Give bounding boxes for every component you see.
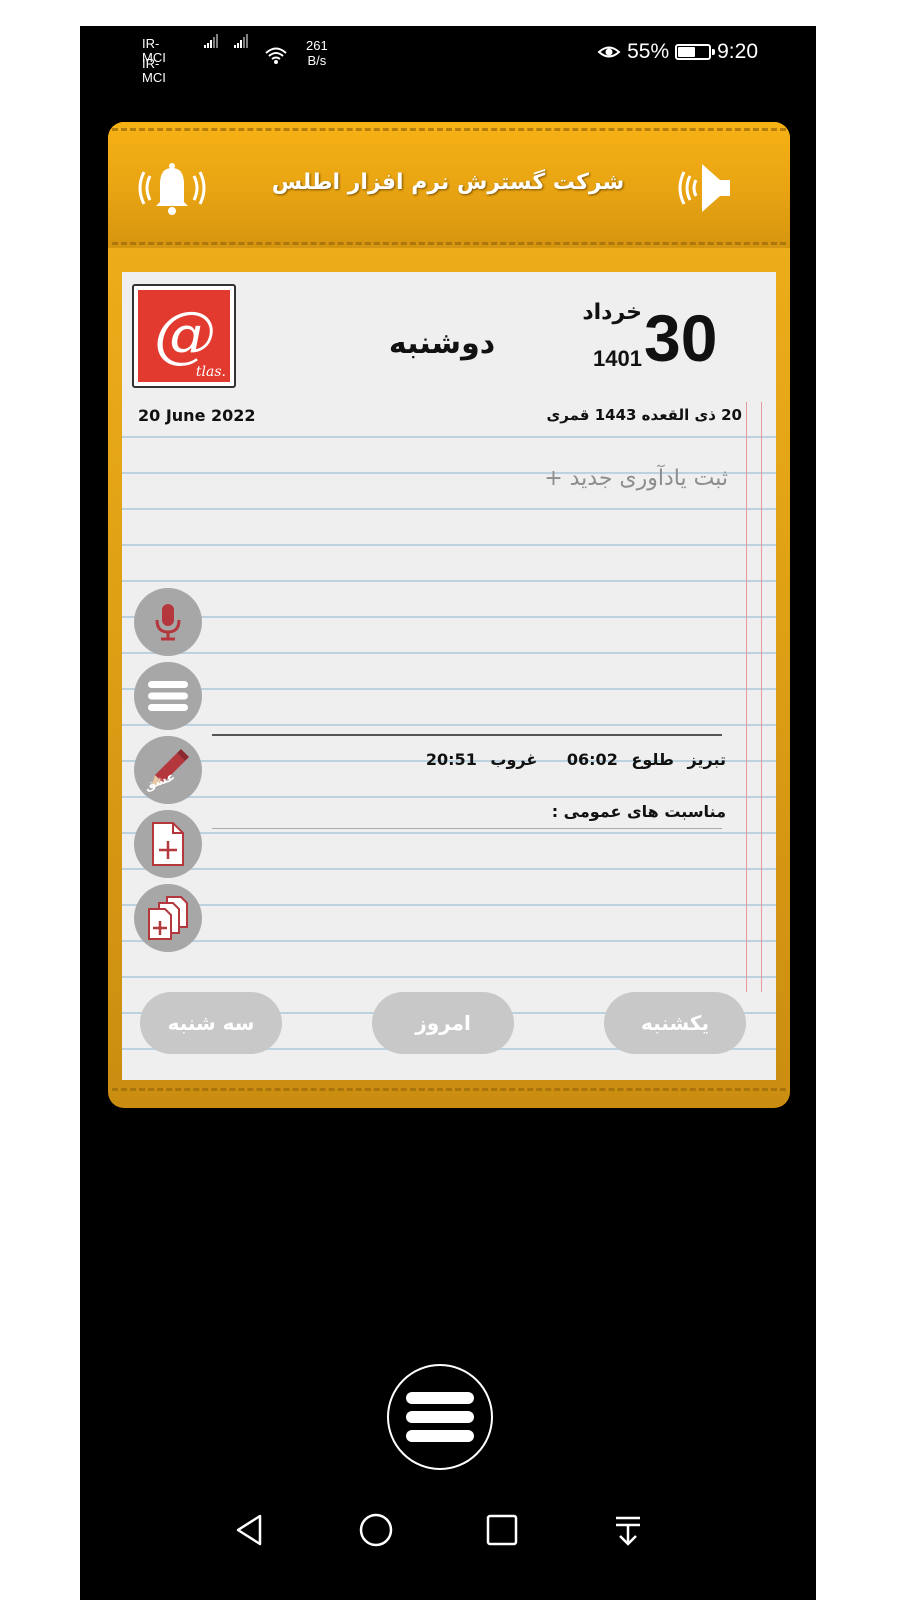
hijri-date: 20 ذی القعده 1443 قمری	[546, 406, 742, 424]
today-button[interactable]: امروز	[372, 992, 514, 1054]
events-label: مناسبت های عمومی :	[551, 802, 726, 821]
battery-icon	[675, 44, 716, 60]
eye-comfort-icon	[597, 46, 621, 58]
menu-icon	[406, 1392, 474, 1442]
microphone-icon	[155, 604, 181, 641]
status-bar-right: 55% 9:20	[597, 40, 758, 64]
events-divider	[212, 828, 722, 829]
carrier-2: IR-MCI	[142, 56, 166, 85]
speaker-icon[interactable]	[668, 158, 742, 218]
copy-documents-icon	[148, 896, 188, 940]
network-speed: 261 B/s	[306, 38, 328, 68]
sun-times: تبریز طلوع 06:02 غروب 20:51	[418, 750, 726, 769]
year: 1401	[593, 346, 642, 371]
new-document-icon	[152, 822, 184, 866]
battery-percent: 55%	[627, 40, 670, 63]
edit-button[interactable]: عشق	[134, 736, 202, 804]
status-time: 9:20	[717, 40, 758, 63]
month-name: خرداد	[582, 300, 642, 325]
home-icon[interactable]	[358, 1512, 394, 1548]
sunrise-time: 06:02	[566, 750, 618, 769]
previous-day-button[interactable]: یکشنبه	[604, 992, 746, 1054]
calendar-card: شرکت گسترش نرم افزار اطلس @ tlas. دوشنبه…	[108, 122, 790, 1108]
system-navigation-bar	[80, 1496, 816, 1576]
microphone-button[interactable]	[134, 588, 202, 656]
paper-sheet: @ tlas. دوشنبه خرداد 1401 30 20 June 202…	[122, 272, 776, 1080]
copy-documents-button[interactable]	[134, 884, 202, 952]
gregorian-date: 20 June 2022	[138, 406, 256, 425]
sunrise-label: طلوع	[631, 750, 674, 769]
bell-alarm-icon[interactable]	[134, 158, 210, 218]
new-document-button[interactable]	[134, 810, 202, 878]
city-name: تبریز	[687, 750, 726, 769]
app-title: شرکت گسترش نرم افزار اطلس	[271, 170, 625, 195]
main-menu-button[interactable]	[387, 1364, 493, 1470]
weekday: دوشنبه	[388, 326, 496, 361]
sunset-time: 20:51	[425, 750, 477, 769]
wifi-icon	[265, 47, 287, 64]
notification-drawer-icon[interactable]	[610, 1512, 646, 1548]
menu-icon	[148, 681, 188, 711]
paper-margin	[746, 402, 762, 992]
divider	[212, 734, 722, 736]
back-icon[interactable]	[232, 1512, 268, 1548]
new-reminder-button[interactable]: ثبت یادآوری جدید +	[544, 466, 728, 491]
menu-button[interactable]	[134, 662, 202, 730]
atlas-logo: @ tlas.	[132, 284, 236, 388]
phone-screen: IR-MCI IR-MCI 261 B/s 55% 9:20 شرکت گستر…	[80, 26, 816, 1600]
recents-icon[interactable]	[484, 1512, 520, 1548]
next-day-button[interactable]: سه شنبه	[140, 992, 282, 1054]
card-header: شرکت گسترش نرم افزار اطلس	[108, 122, 790, 248]
sunset-label: غروب	[490, 750, 538, 769]
day-number: 30	[644, 301, 718, 375]
